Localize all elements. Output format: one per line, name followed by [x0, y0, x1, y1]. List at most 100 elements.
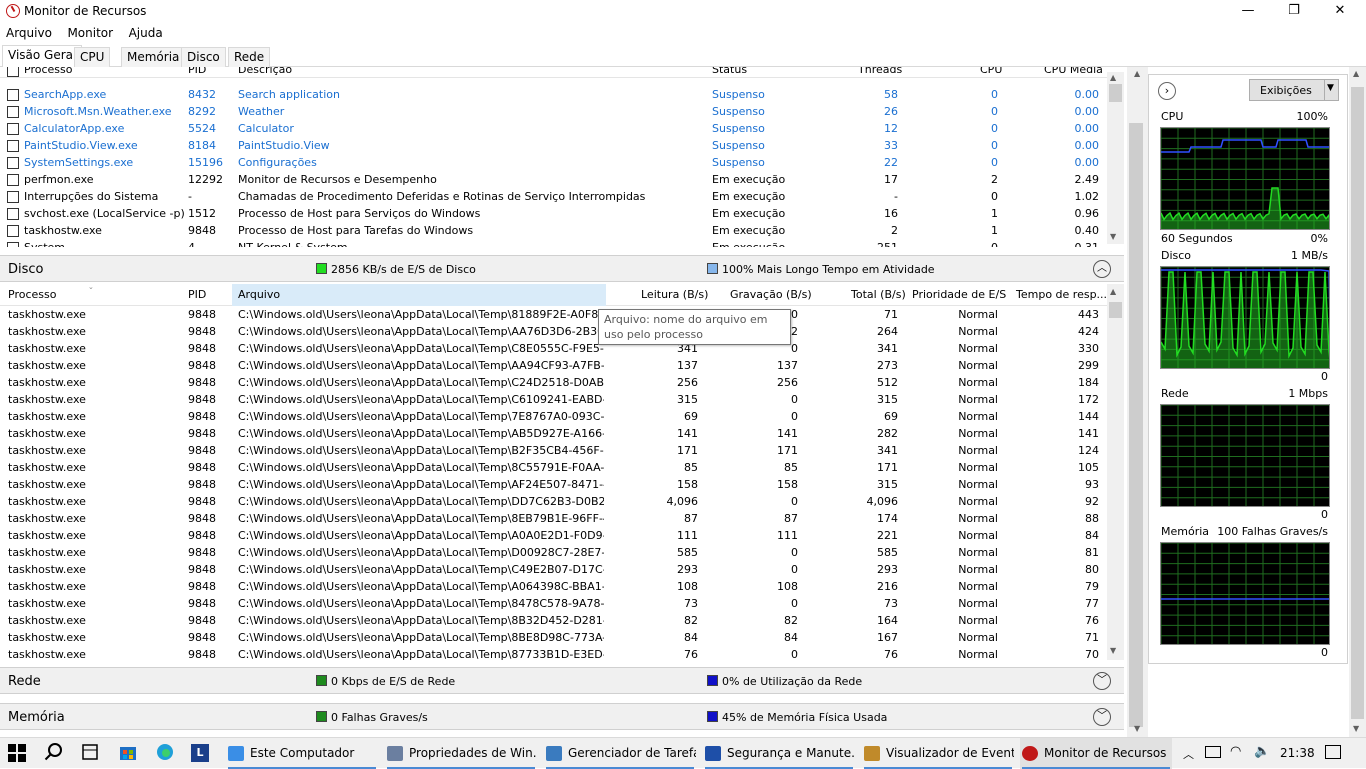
process-checkbox[interactable] — [7, 174, 19, 186]
process-checkbox[interactable] — [7, 89, 19, 101]
disk-section-header[interactable]: Disco 2856 KB/s de E/S de Disco 100% Mai… — [0, 255, 1124, 282]
col-total[interactable]: Total (B/s) — [851, 288, 906, 301]
table-row[interactable]: taskhostw.exe 9848 C:\Windows.old\Users\le… — [0, 510, 1107, 527]
table-row[interactable]: svchost.exe (LocalService -p) 1512 Process… — [0, 205, 1107, 222]
scroll-down-icon[interactable]: ▼ — [1110, 646, 1116, 655]
table-row[interactable]: taskhostw.exe 9848 C:\Windows.old\Users\le… — [0, 578, 1107, 595]
app-l-icon[interactable]: L — [191, 742, 213, 764]
table-row[interactable]: Interrupções do Sistema - Chamadas de Proc… — [0, 188, 1107, 205]
minimize-button[interactable]: — — [1225, 0, 1271, 22]
scroll-thumb[interactable] — [1129, 123, 1143, 727]
process-checkbox[interactable] — [7, 191, 19, 203]
col-threads[interactable]: Threads — [858, 67, 902, 76]
menu-arquivo[interactable]: Arquivo — [0, 23, 58, 43]
store-icon[interactable] — [118, 742, 140, 764]
network-section-header[interactable]: Rede 0 Kbps de E/S de Rede 0% de Utiliza… — [0, 667, 1124, 694]
table-row[interactable]: SearchApp.exe 8432 Search application Suspe… — [0, 86, 1107, 103]
col-gravacao[interactable]: Gravação (B/s) — [730, 288, 812, 301]
taskbar-app-3[interactable]: Segurança e Manute... — [703, 738, 855, 769]
table-row[interactable]: taskhostw.exe 9848 C:\Windows.old\Users\le… — [0, 391, 1107, 408]
table-row[interactable]: SystemSettings.exe 15196 Configurações Susp… — [0, 154, 1107, 171]
table-row[interactable]: taskhostw.exe 9848 Processo de Host para T… — [0, 222, 1107, 239]
col-processo[interactable]: Processo — [24, 67, 72, 76]
col-descricao[interactable]: Descrição — [238, 67, 292, 76]
process-checkbox[interactable] — [7, 157, 19, 169]
table-row[interactable]: taskhostw.exe 9848 C:\Windows.old\Users\le… — [0, 629, 1107, 646]
process-checkbox[interactable] — [7, 208, 19, 220]
tab-rede[interactable]: Rede — [228, 47, 271, 67]
tray-chevron-icon[interactable]: ︿ — [1183, 746, 1194, 762]
expand-memory-icon[interactable]: ﹀ — [1093, 708, 1111, 726]
views-button[interactable]: Exibições ▼ — [1249, 79, 1339, 101]
table-row[interactable]: taskhostw.exe 9848 C:\Windows.old\Users\le… — [0, 561, 1107, 578]
volume-icon[interactable]: 🔈 — [1254, 744, 1270, 759]
select-all-checkbox[interactable] — [7, 67, 19, 77]
process-checkbox[interactable] — [7, 242, 19, 247]
process-checkbox[interactable] — [7, 123, 19, 135]
table-row[interactable]: System 4 NT Kernel & System Em execução 251 0… — [0, 239, 1107, 247]
tab-cpu[interactable]: CPU — [74, 47, 111, 67]
scroll-down-icon[interactable]: ▼ — [1134, 724, 1140, 733]
battery-icon[interactable] — [1205, 746, 1221, 758]
maximize-button[interactable]: ❐ — [1271, 0, 1317, 22]
taskbar-app-2[interactable]: Gerenciador de Tarefas — [544, 738, 696, 769]
table-row[interactable]: taskhostw.exe 9848 C:\Windows.old\Users\le… — [0, 425, 1107, 442]
notification-icon[interactable] — [1325, 745, 1341, 759]
cpu-table-scrollbar[interactable]: ▲ ▼ — [1107, 72, 1124, 244]
main-scrollbar[interactable]: ▲ ▼ — [1127, 67, 1148, 737]
table-row[interactable]: taskhostw.exe 9848 C:\Windows.old\Users\le… — [0, 408, 1107, 425]
table-row[interactable]: CalculatorApp.exe 5524 Calculator Suspenso 1… — [0, 120, 1107, 137]
col-leitura[interactable]: Leitura (B/s) — [641, 288, 708, 301]
menu-ajuda[interactable]: Ajuda — [123, 23, 169, 43]
menu-monitor[interactable]: Monitor — [61, 23, 119, 43]
taskbar-app-0[interactable]: Este Computador — [226, 738, 378, 769]
table-row[interactable]: taskhostw.exe 9848 C:\Windows.old\Users\le… — [0, 374, 1107, 391]
table-row[interactable]: taskhostw.exe 9848 C:\Windows.old\Users\le… — [0, 646, 1107, 660]
col-cpu[interactable]: CPU — [980, 67, 1002, 76]
table-row[interactable]: taskhostw.exe 9848 C:\Windows.old\Users\le… — [0, 476, 1107, 493]
col-cpu-media[interactable]: CPU Média — [1044, 67, 1103, 76]
table-row[interactable]: taskhostw.exe 9848 C:\Windows.old\Users\le… — [0, 306, 1107, 323]
col-tempo-resposta[interactable]: Tempo de resp... — [1016, 288, 1107, 301]
scroll-up-icon[interactable]: ▲ — [1353, 69, 1359, 78]
col-processo[interactable]: Processo — [8, 288, 56, 301]
table-row[interactable]: taskhostw.exe 9848 C:\Windows.old\Users\le… — [0, 340, 1107, 357]
close-button[interactable]: ✕ — [1317, 0, 1363, 22]
col-arquivo[interactable]: Arquivo — [238, 288, 280, 301]
process-checkbox[interactable] — [7, 106, 19, 118]
scroll-thumb[interactable] — [1109, 302, 1122, 318]
tab-disco[interactable]: Disco — [181, 47, 226, 67]
table-row[interactable]: taskhostw.exe 9848 C:\Windows.old\Users\le… — [0, 459, 1107, 476]
table-row[interactable]: taskhostw.exe 9848 C:\Windows.old\Users\le… — [0, 527, 1107, 544]
taskbar-app-1[interactable]: Propriedades de Win... — [385, 738, 537, 769]
table-row[interactable]: taskhostw.exe 9848 C:\Windows.old\Users\le… — [0, 357, 1107, 374]
panel-scrollbar[interactable]: ▲ ▼ — [1349, 67, 1366, 737]
col-pid[interactable]: PID — [188, 288, 206, 301]
scroll-down-icon[interactable]: ▼ — [1110, 232, 1116, 241]
taskbar-app-5[interactable]: Monitor de Recursos — [1020, 738, 1172, 769]
scroll-thumb[interactable] — [1109, 84, 1122, 102]
table-row[interactable]: taskhostw.exe 9848 C:\Windows.old\Users\le… — [0, 493, 1107, 510]
table-row[interactable]: perfmon.exe 12292 Monitor de Recursos e De… — [0, 171, 1107, 188]
tab-visao-geral[interactable]: Visão Geral — [2, 45, 83, 67]
table-row[interactable]: PaintStudio.View.exe 8184 PaintStudio.View… — [0, 137, 1107, 154]
collapse-panel-icon[interactable]: › — [1158, 82, 1176, 100]
table-row[interactable]: taskhostw.exe 9848 C:\Windows.old\Users\le… — [0, 323, 1107, 340]
disk-table-scrollbar[interactable]: ▲ ▼ — [1107, 284, 1124, 660]
clock[interactable]: 21:38 — [1280, 746, 1315, 760]
process-checkbox[interactable] — [7, 225, 19, 237]
scroll-thumb[interactable] — [1351, 87, 1364, 719]
table-row[interactable]: Microsoft.Msn.Weather.exe 8292 Weather Susp… — [0, 103, 1107, 120]
col-pid[interactable]: PID — [188, 67, 206, 76]
scroll-up-icon[interactable]: ▲ — [1134, 69, 1140, 78]
task-view-icon[interactable] — [80, 742, 102, 764]
expand-network-icon[interactable]: ﹀ — [1093, 672, 1111, 690]
scroll-up-icon[interactable]: ▲ — [1110, 287, 1116, 296]
memory-section-header[interactable]: Memória 0 Falhas Graves/s 45% de Memória… — [0, 703, 1124, 730]
collapse-disk-icon[interactable]: ︿ — [1093, 260, 1111, 278]
table-row[interactable]: taskhostw.exe 9848 C:\Windows.old\Users\le… — [0, 612, 1107, 629]
scroll-up-icon[interactable]: ▲ — [1110, 73, 1116, 82]
table-row[interactable]: taskhostw.exe 9848 C:\Windows.old\Users\le… — [0, 544, 1107, 561]
wifi-icon[interactable]: ◠ — [1230, 744, 1241, 759]
search-icon[interactable] — [44, 742, 66, 764]
